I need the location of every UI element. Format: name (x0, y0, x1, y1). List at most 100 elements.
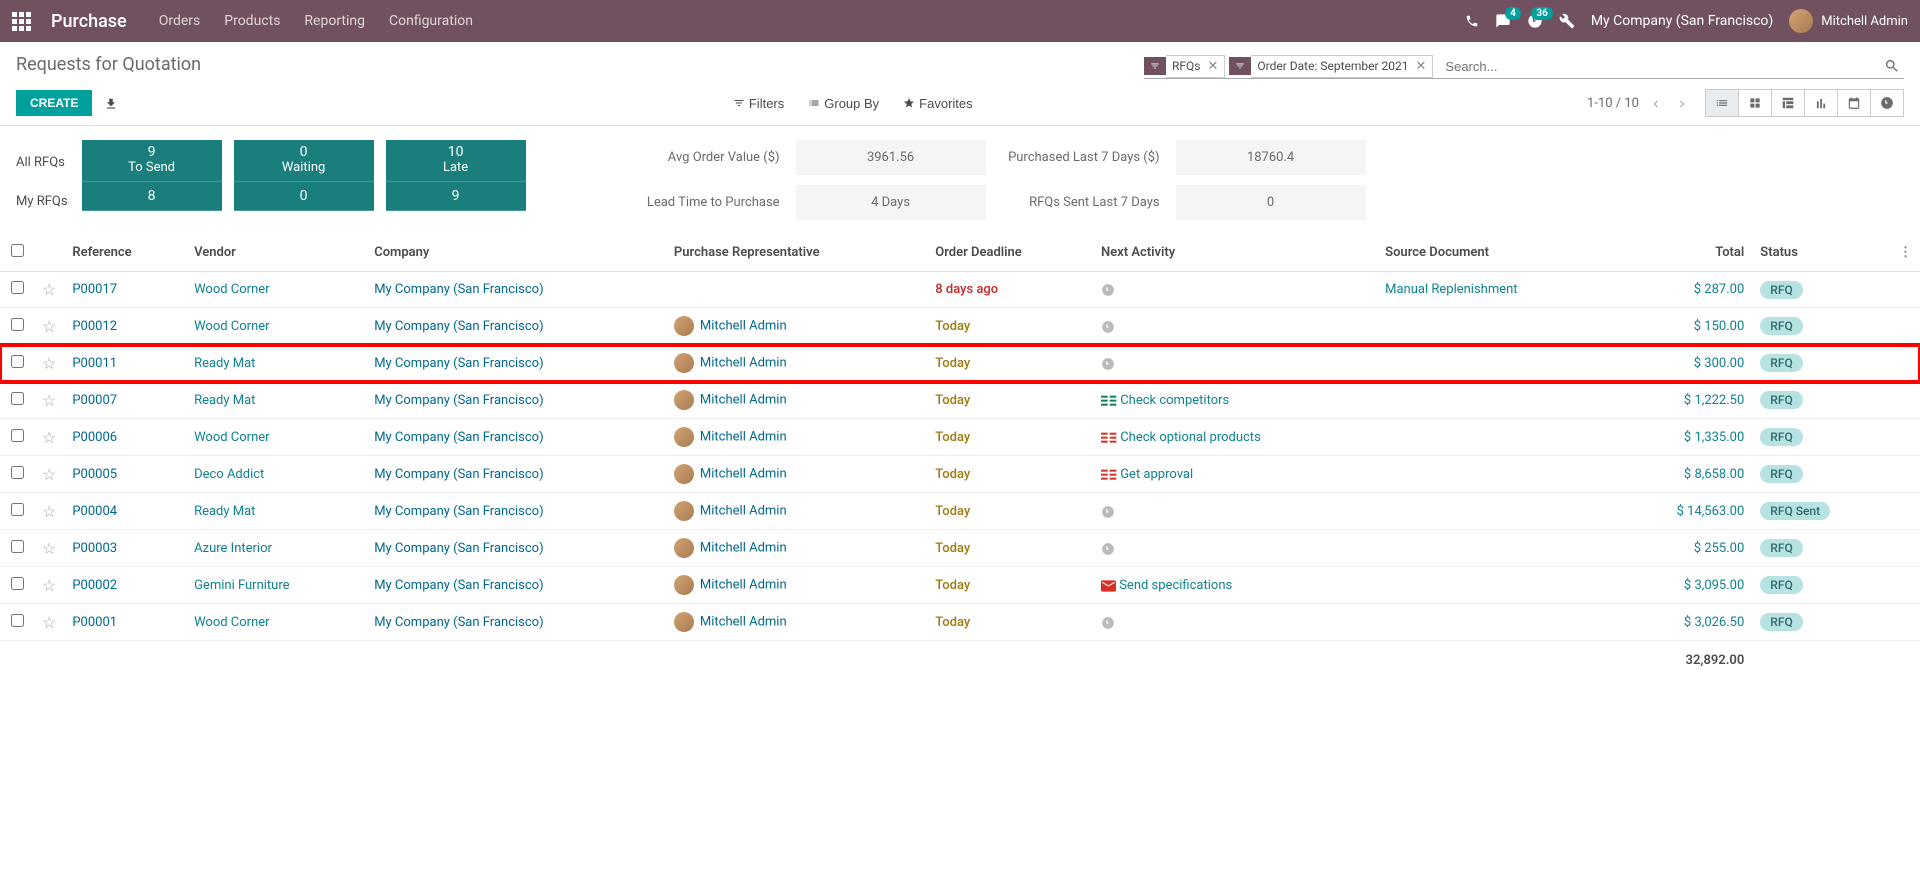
messages-icon[interactable]: 4 (1495, 13, 1511, 29)
company-link[interactable]: My Company (San Francisco) (374, 393, 543, 408)
download-button[interactable] (104, 96, 118, 111)
row-checkbox[interactable] (11, 614, 24, 627)
clock-icon[interactable] (1101, 319, 1115, 334)
facet-remove[interactable]: ✕ (1207, 59, 1218, 74)
pager-next-button[interactable] (1673, 94, 1691, 113)
reference-link[interactable]: P00004 (72, 504, 117, 519)
col-rep[interactable]: Purchase Representative (666, 234, 927, 272)
table-row[interactable]: ☆ P00004 Ready Mat My Company (San Franc… (0, 493, 1920, 530)
search-icon[interactable] (1880, 54, 1904, 78)
col-total[interactable]: Total (1617, 234, 1752, 272)
vendor-link[interactable]: Wood Corner (194, 615, 269, 630)
table-row[interactable]: ☆ P00007 Ready Mat My Company (San Franc… (0, 382, 1920, 419)
table-row[interactable]: ☆ P00002 Gemini Furniture My Company (Sa… (0, 567, 1920, 604)
stat-column[interactable]: 0Waiting0 (234, 140, 374, 211)
vendor-link[interactable]: Ready Mat (194, 393, 255, 408)
menu-orders[interactable]: Orders (159, 13, 201, 29)
row-checkbox[interactable] (11, 392, 24, 405)
rep-link[interactable]: Mitchell Admin (700, 393, 787, 408)
col-source[interactable]: Source Document (1377, 234, 1617, 272)
rep-link[interactable]: Mitchell Admin (700, 578, 787, 593)
vendor-link[interactable]: Wood Corner (194, 319, 269, 334)
kanban-view-button[interactable] (1738, 89, 1771, 117)
activity-view-button[interactable] (1870, 89, 1904, 117)
apps-icon[interactable] (12, 12, 31, 31)
favorites-button[interactable]: Favorites (903, 96, 972, 111)
reference-link[interactable]: P00017 (72, 282, 117, 297)
company-link[interactable]: My Company (San Francisco) (374, 282, 543, 297)
phone-icon[interactable] (1465, 14, 1479, 29)
rep-link[interactable]: Mitchell Admin (700, 615, 787, 630)
row-checkbox[interactable] (11, 577, 24, 590)
rep-link[interactable]: Mitchell Admin (700, 430, 787, 445)
activity-icon[interactable] (1101, 430, 1117, 445)
menu-reporting[interactable]: Reporting (304, 13, 365, 29)
app-brand[interactable]: Purchase (51, 11, 127, 32)
reference-link[interactable]: P00011 (72, 356, 117, 371)
row-checkbox[interactable] (11, 466, 24, 479)
company-link[interactable]: My Company (San Francisco) (374, 319, 543, 334)
pager-text[interactable]: 1-10 / 10 (1587, 96, 1639, 111)
row-checkbox[interactable] (11, 281, 24, 294)
vendor-link[interactable]: Ready Mat (194, 504, 255, 519)
company-link[interactable]: My Company (San Francisco) (374, 578, 543, 593)
activity-link[interactable]: Check optional products (1120, 430, 1261, 445)
reference-link[interactable]: P00007 (72, 393, 117, 408)
clock-icon[interactable] (1101, 282, 1115, 297)
mail-icon[interactable] (1101, 578, 1116, 593)
row-checkbox[interactable] (11, 540, 24, 553)
pivot-view-button[interactable] (1771, 89, 1804, 117)
pager-prev-button[interactable] (1647, 94, 1665, 113)
company-selector[interactable]: My Company (San Francisco) (1591, 13, 1773, 29)
star-icon[interactable]: ☆ (42, 354, 56, 373)
col-activity[interactable]: Next Activity (1093, 234, 1377, 272)
stat-column[interactable]: 10Late9 (386, 140, 526, 211)
table-row[interactable]: ☆ P00005 Deco Addict My Company (San Fra… (0, 456, 1920, 493)
star-icon[interactable]: ☆ (42, 502, 56, 521)
rep-link[interactable]: Mitchell Admin (700, 504, 787, 519)
table-row[interactable]: ☆ P00011 Ready Mat My Company (San Franc… (0, 345, 1920, 382)
activity-icon[interactable] (1101, 393, 1117, 408)
star-icon[interactable]: ☆ (42, 317, 56, 336)
table-row[interactable]: ☆ P00001 Wood Corner My Company (San Fra… (0, 604, 1920, 641)
star-icon[interactable]: ☆ (42, 280, 56, 299)
company-link[interactable]: My Company (San Francisco) (374, 467, 543, 482)
table-row[interactable]: ☆ P00006 Wood Corner My Company (San Fra… (0, 419, 1920, 456)
create-button[interactable]: CREATE (16, 90, 92, 116)
col-deadline[interactable]: Order Deadline (927, 234, 1093, 272)
row-checkbox[interactable] (11, 318, 24, 331)
rep-link[interactable]: Mitchell Admin (700, 356, 787, 371)
rep-link[interactable]: Mitchell Admin (700, 319, 787, 334)
table-row[interactable]: ☆ P00003 Azure Interior My Company (San … (0, 530, 1920, 567)
company-link[interactable]: My Company (San Francisco) (374, 541, 543, 556)
user-menu[interactable]: Mitchell Admin (1789, 9, 1908, 33)
groupby-button[interactable]: Group By (808, 96, 879, 111)
star-icon[interactable]: ☆ (42, 391, 56, 410)
company-link[interactable]: My Company (San Francisco) (374, 615, 543, 630)
graph-view-button[interactable] (1804, 89, 1837, 117)
star-icon[interactable]: ☆ (42, 428, 56, 447)
vendor-link[interactable]: Wood Corner (194, 430, 269, 445)
row-checkbox[interactable] (11, 429, 24, 442)
search-input[interactable] (1437, 55, 1880, 78)
rep-link[interactable]: Mitchell Admin (700, 541, 787, 556)
column-options-icon[interactable]: ⋮ (1899, 245, 1912, 260)
table-row[interactable]: ☆ P00017 Wood Corner My Company (San Fra… (0, 272, 1920, 308)
reference-link[interactable]: P00006 (72, 430, 117, 445)
vendor-link[interactable]: Ready Mat (194, 356, 255, 371)
activity-link[interactable]: Check competitors (1120, 393, 1229, 408)
activity-link[interactable]: Get approval (1120, 467, 1193, 482)
stat-column[interactable]: 9To Send8 (82, 140, 222, 211)
reference-link[interactable]: P00003 (72, 541, 117, 556)
reference-link[interactable]: P00005 (72, 467, 117, 482)
activities-icon[interactable]: 36 (1527, 13, 1543, 29)
list-view-button[interactable] (1705, 89, 1738, 117)
filters-button[interactable]: Filters (733, 96, 784, 111)
star-icon[interactable]: ☆ (42, 465, 56, 484)
clock-icon[interactable] (1101, 615, 1115, 630)
clock-icon[interactable] (1101, 541, 1115, 556)
vendor-link[interactable]: Azure Interior (194, 541, 272, 556)
reference-link[interactable]: P00002 (72, 578, 117, 593)
my-rfqs-label[interactable]: My RFQs (16, 194, 68, 209)
rep-link[interactable]: Mitchell Admin (700, 467, 787, 482)
